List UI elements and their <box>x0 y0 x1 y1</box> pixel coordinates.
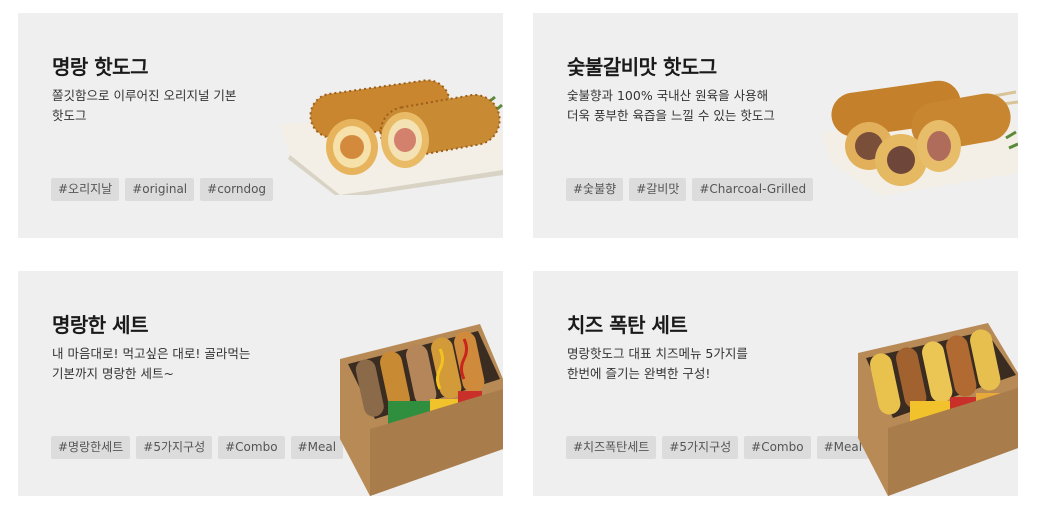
tag[interactable]: #corndog <box>200 178 274 201</box>
tag-list: #숯불향 #갈비맛 #Charcoal-Grilled <box>566 178 814 201</box>
tag-list: #오리지날 #original #corndog <box>51 178 274 201</box>
menu-card-myungrang-set[interactable]: 명랑한 세트 내 마음대로! 먹고싶은 대로! 골라먹는 기본까지 명랑한 세트… <box>18 271 503 496</box>
tag-list: #명랑한세트 #5가지구성 #Combo #Meal <box>51 436 344 459</box>
tag[interactable]: #명랑한세트 <box>51 436 131 459</box>
card-description: 명랑핫도그 대표 치즈메뉴 5가지를 한번에 즐기는 완벽한 구성! <box>567 346 748 381</box>
card-title: 치즈 폭탄 세트 <box>567 313 688 337</box>
tag[interactable]: #Combo <box>744 436 811 459</box>
tag[interactable]: #숯불향 <box>566 178 624 201</box>
card-description: 숯불향과 100% 국내산 원육을 사용해 더욱 풍부한 육즙을 느낄 수 있는… <box>567 88 775 123</box>
menu-card-galbi-hotdog[interactable]: 숯불갈비맛 핫도그 숯불향과 100% 국내산 원육을 사용해 더욱 풍부한 육… <box>533 13 1018 238</box>
tag[interactable]: #5가지구성 <box>662 436 739 459</box>
card-description: 내 마음대로! 먹고싶은 대로! 골라먹는 기본까지 명랑한 세트~ <box>52 346 251 381</box>
menu-card-cheese-bomb-set[interactable]: 치즈 폭탄 세트 명랑핫도그 대표 치즈메뉴 5가지를 한번에 즐기는 완벽한 … <box>533 271 1018 496</box>
tag[interactable]: #5가지구성 <box>136 436 213 459</box>
tag[interactable]: #오리지날 <box>51 178 120 201</box>
tag[interactable]: #치즈폭탄세트 <box>566 436 657 459</box>
set-box-image <box>340 324 503 496</box>
tag[interactable]: #Meal <box>290 436 344 459</box>
corndog-image <box>280 79 503 195</box>
set-box-image <box>858 323 1018 496</box>
card-title: 숯불갈비맛 핫도그 <box>567 55 717 79</box>
tag-list: #치즈폭탄세트 #5가지구성 #Combo #Meal <box>566 436 870 459</box>
tag[interactable]: #original <box>125 178 195 201</box>
card-description: 쫄깃함으로 이루어진 오리지널 기본 핫도그 <box>52 88 237 123</box>
menu-card-original-hotdog[interactable]: 명랑 핫도그 쫄깃함으로 이루어진 오리지널 기본 핫도그 #오리지날 #ori… <box>18 13 503 238</box>
card-title: 명랑 핫도그 <box>52 55 148 79</box>
corndog-image <box>821 80 1018 196</box>
card-title: 명랑한 세트 <box>52 313 148 337</box>
tag[interactable]: #Combo <box>218 436 285 459</box>
tag[interactable]: #Charcoal-Grilled <box>692 178 814 201</box>
tag[interactable]: #갈비맛 <box>629 178 687 201</box>
